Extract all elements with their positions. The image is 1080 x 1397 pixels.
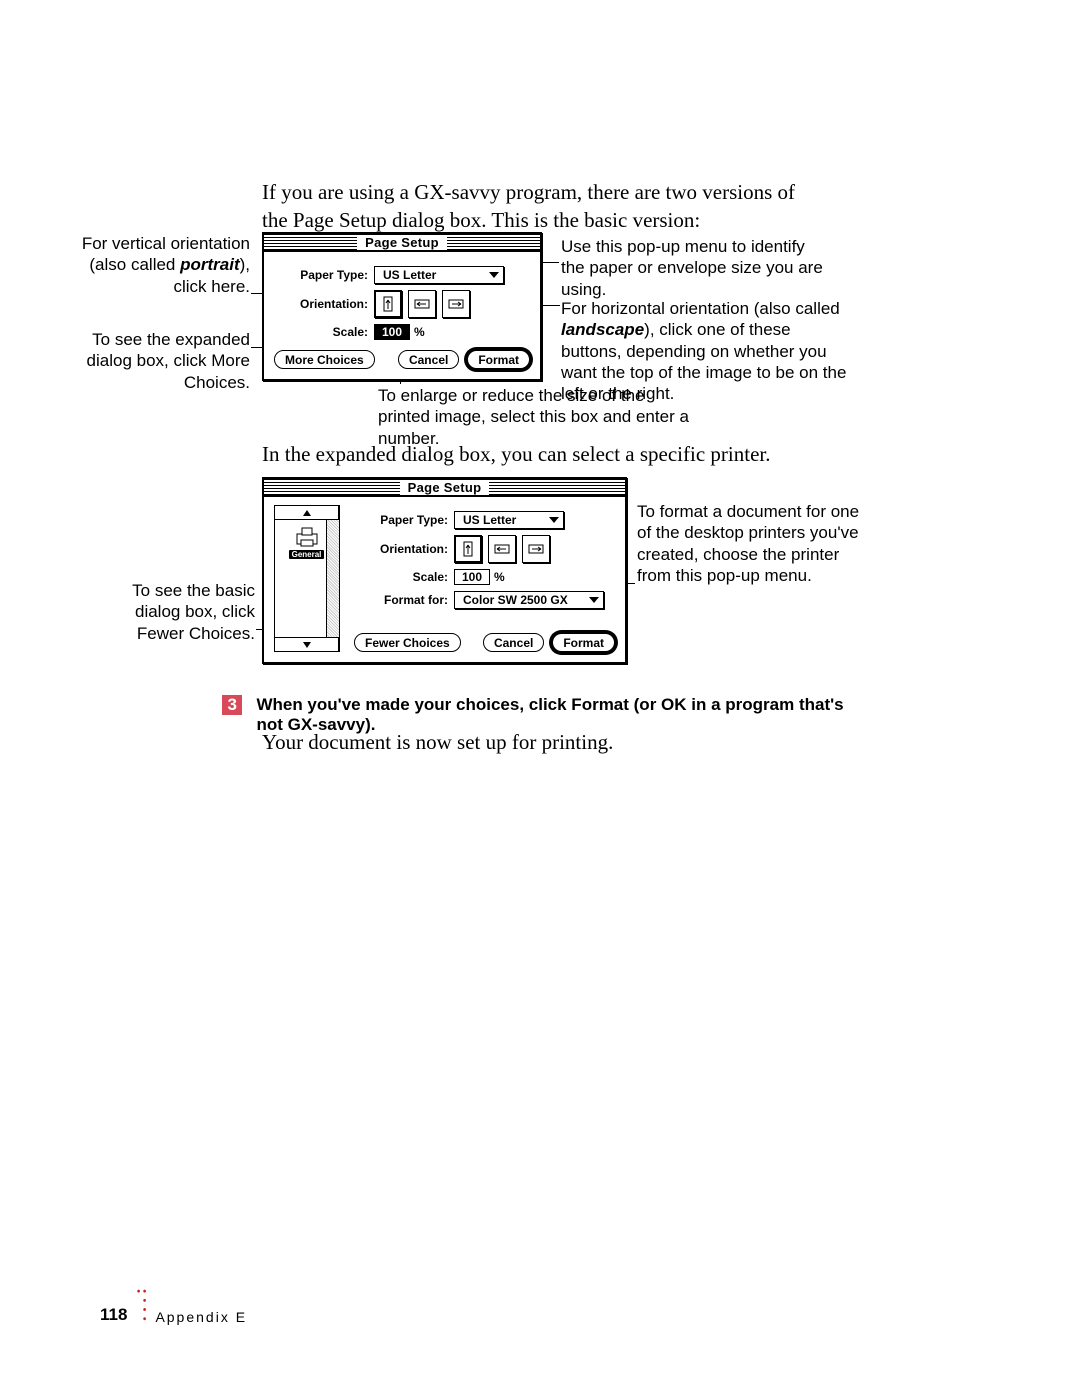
decorative-dots: • • • • •	[135, 1289, 147, 1325]
scroll-down-icon[interactable]	[275, 637, 339, 651]
page-setup-dialog-basic: Page Setup Paper Type: US Letter Orienta…	[262, 232, 542, 381]
scale-unit: %	[494, 570, 505, 584]
orientation-landscape-left-button[interactable]	[488, 535, 516, 563]
paper-type-label: Paper Type:	[274, 268, 374, 282]
callout-more-choices: To see the expanded dialog box, click Mo…	[60, 329, 250, 393]
list-item-label: General	[289, 550, 325, 559]
callout-format-for: To format a document for one of the desk…	[637, 501, 867, 586]
landscape-right-icon	[447, 295, 465, 313]
landscape-left-icon	[413, 295, 431, 313]
scale-unit: %	[414, 325, 425, 339]
page-footer: 118 • • • • • Appendix E	[100, 1289, 247, 1325]
orientation-landscape-right-button[interactable]	[442, 290, 470, 318]
portrait-icon	[459, 540, 477, 558]
outro-paragraph: Your document is now set up for printing…	[262, 728, 822, 756]
scale-input[interactable]: 100	[374, 324, 410, 340]
paper-type-value: US Letter	[383, 268, 436, 282]
chevron-down-icon	[589, 597, 599, 603]
landscape-left-icon	[493, 540, 511, 558]
dialog-titlebar: Page Setup	[264, 479, 625, 497]
paper-type-popup[interactable]: US Letter	[374, 266, 504, 284]
portrait-icon	[379, 295, 397, 313]
page-setup-dialog-expanded: Page Setup General Paper Type:	[262, 477, 627, 664]
section-label: Appendix E	[155, 1309, 247, 1325]
printer-icon	[294, 526, 320, 548]
category-list[interactable]: General	[274, 505, 340, 652]
text: For horizontal orientation (also called	[561, 299, 840, 318]
page-number: 118	[100, 1305, 127, 1325]
dialog-title: Page Setup	[357, 235, 447, 250]
cancel-button[interactable]: Cancel	[483, 633, 544, 652]
intro-paragraph: If you are using a GX-savvy program, the…	[262, 178, 822, 235]
format-for-label: Format for:	[354, 593, 454, 607]
chevron-down-icon	[489, 272, 499, 278]
scale-label: Scale:	[274, 325, 374, 339]
format-for-value: Color SW 2500 GX	[463, 593, 568, 607]
landscape-right-icon	[527, 540, 545, 558]
scrollbar-track[interactable]	[326, 520, 339, 637]
orientation-label: Orientation:	[274, 297, 374, 311]
paper-type-label: Paper Type:	[354, 513, 454, 527]
callout-portrait: For vertical orientation (also called po…	[80, 233, 250, 297]
chevron-down-icon	[549, 517, 559, 523]
dialog-titlebar: Page Setup	[264, 234, 540, 252]
text-em: landscape	[561, 320, 644, 339]
orientation-label: Orientation:	[354, 542, 454, 556]
paper-type-popup[interactable]: US Letter	[454, 511, 564, 529]
cancel-button[interactable]: Cancel	[398, 350, 459, 369]
callout-fewer-choices: To see the basic dialog box, click Fewer…	[100, 580, 255, 644]
scale-label: Scale:	[354, 570, 454, 584]
format-button[interactable]: Format	[467, 350, 530, 369]
format-button[interactable]: Format	[552, 633, 615, 652]
orientation-portrait-button[interactable]	[374, 290, 402, 318]
orientation-portrait-button[interactable]	[454, 535, 482, 563]
paper-type-value: US Letter	[463, 513, 516, 527]
fewer-choices-button[interactable]: Fewer Choices	[354, 633, 461, 652]
chevron-up-icon	[303, 510, 311, 516]
format-for-popup[interactable]: Color SW 2500 GX	[454, 591, 604, 609]
orientation-landscape-left-button[interactable]	[408, 290, 436, 318]
scale-input[interactable]: 100	[454, 569, 490, 585]
chevron-down-icon	[303, 642, 311, 648]
step-number-badge: 3	[222, 695, 242, 715]
dialog-title: Page Setup	[400, 480, 490, 495]
orientation-landscape-right-button[interactable]	[522, 535, 550, 563]
scroll-up-icon[interactable]	[275, 506, 339, 520]
more-choices-button[interactable]: More Choices	[274, 350, 375, 369]
text-em: portrait	[180, 255, 240, 274]
callout-paper-popup: Use this pop-up menu to identify the pap…	[561, 236, 831, 300]
mid-paragraph: In the expanded dialog box, you can sele…	[262, 440, 822, 468]
